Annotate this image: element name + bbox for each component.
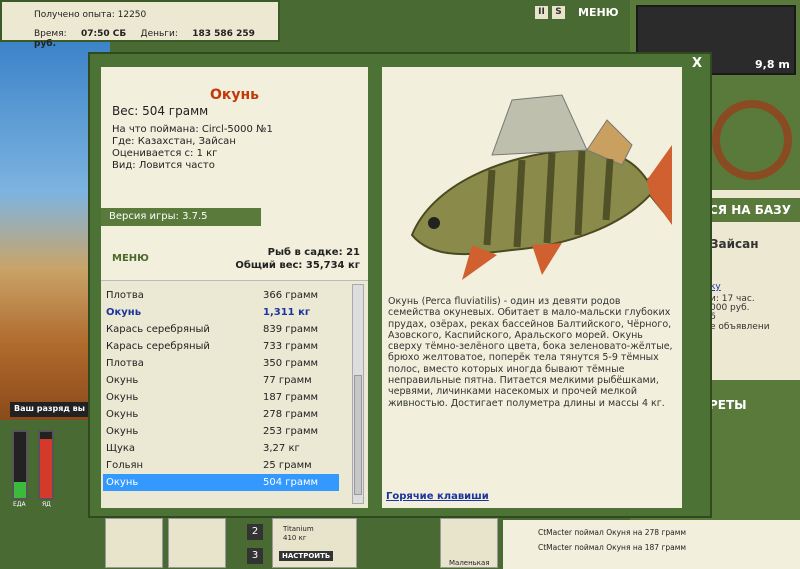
list-item[interactable]: Окунь 253 грамм bbox=[103, 423, 339, 440]
catch-fish-weight: 187 грамм bbox=[263, 392, 319, 403]
fish-name: Окунь bbox=[209, 87, 260, 103]
perch-image bbox=[410, 94, 672, 280]
main-menu-button[interactable]: МЕНЮ bbox=[578, 6, 619, 19]
catch-fish-weight: 504 грамм bbox=[263, 477, 319, 488]
reel-slot[interactable]: Titanium 410 кг НАСТРОИТЬ bbox=[272, 518, 357, 568]
catch-fish-weight: 839 грамм bbox=[263, 324, 319, 335]
catch-list-scrollbar[interactable] bbox=[352, 284, 364, 504]
money-label: Деньги: bbox=[140, 29, 178, 39]
catch-fish-name: Окунь bbox=[106, 409, 139, 420]
rank-banner[interactable]: Ваш разряд вы bbox=[10, 402, 100, 417]
catch-fish-weight: 253 грамм bbox=[263, 426, 319, 437]
catch-fish-weight: 366 грамм bbox=[263, 290, 319, 301]
location-name: Зайсан bbox=[710, 237, 759, 251]
catch-fish-weight: 350 грамм bbox=[263, 358, 319, 369]
list-item[interactable]: Гольян 25 грамм bbox=[103, 457, 339, 474]
return-to-base-button[interactable]: СЯ НА БАЗУ bbox=[705, 198, 800, 222]
food-meter-label: ЕДА bbox=[13, 501, 26, 508]
dialog-menu-button[interactable]: МЕНЮ bbox=[112, 253, 149, 264]
time-value: 07:50 СБ bbox=[80, 29, 127, 39]
list-item[interactable]: Окунь 278 грамм bbox=[103, 406, 339, 423]
catch-location: Где: Казахстан, Зайсан bbox=[112, 136, 236, 147]
lure-label: Маленькая bbox=[449, 559, 490, 567]
catch-fish-name: Окунь bbox=[106, 307, 142, 318]
catch-fish-name: Плотва bbox=[106, 290, 144, 301]
status-bar: Получено опыта: 12250 Время: 07:50 СБ Де… bbox=[0, 0, 280, 49]
log-entry: CtMacter поймал Окуня на 187 грамм bbox=[538, 543, 687, 552]
list-item[interactable]: Карась серебряный 839 грамм bbox=[103, 321, 339, 338]
caught-on: На что поймана: Circl-5000 №1 bbox=[112, 124, 273, 135]
list-item[interactable]: Щука 3,27 кг bbox=[103, 440, 339, 457]
fish-type: Вид: Ловится часто bbox=[112, 160, 215, 171]
catch-fish-name: Окунь bbox=[106, 477, 139, 488]
pause-button[interactable]: II bbox=[535, 6, 548, 19]
catch-fish-name: Окунь bbox=[106, 392, 139, 403]
bait-box-slot[interactable] bbox=[105, 518, 163, 568]
catch-list: Плотва 366 грамм Окунь 1,311 кг Карась сереб… bbox=[101, 280, 368, 508]
list-item[interactable]: Окунь 1,311 кг bbox=[103, 304, 339, 321]
catch-fish-weight: 3,27 кг bbox=[263, 443, 300, 454]
close-button[interactable]: X bbox=[692, 56, 702, 71]
catch-fish-weight: 733 грамм bbox=[263, 341, 319, 352]
reel-weight: 410 кг bbox=[283, 534, 307, 542]
secrets-button[interactable]: РЕТЫ bbox=[705, 392, 800, 418]
panel-line: е объявлени bbox=[710, 322, 770, 332]
slot-number-3[interactable]: 3 bbox=[247, 548, 263, 564]
fish-weight: Вес: 504 грамм bbox=[112, 104, 209, 118]
log-entry: CtMacter поймал Окуня на 278 грамм bbox=[538, 528, 687, 537]
hotkeys-link[interactable]: Горячие клавиши bbox=[386, 491, 489, 502]
list-item[interactable]: Окунь 187 грамм bbox=[103, 389, 339, 406]
total-weight: Общий вес: 35,734 кг bbox=[235, 260, 360, 271]
food-meter bbox=[12, 430, 28, 500]
poison-meter bbox=[38, 430, 54, 500]
catch-fish-weight: 25 грамм bbox=[263, 460, 312, 471]
list-item[interactable]: Карась серебряный 733 грамм bbox=[103, 338, 339, 355]
catch-fish-name: Карась серебряный bbox=[106, 341, 210, 352]
keepnet-totals: Рыб в садке: 21 Общий вес: 35,734 кг bbox=[235, 246, 360, 272]
bucket-slot[interactable] bbox=[168, 518, 226, 568]
depth-value: 9,8 m bbox=[755, 58, 790, 71]
experience-value: 12250 bbox=[117, 10, 147, 20]
experience-label: Получено опыта: bbox=[34, 10, 115, 20]
slot-number-2[interactable]: 2 bbox=[247, 524, 263, 540]
catch-fish-name: Окунь bbox=[106, 426, 139, 437]
time-label: Время: bbox=[34, 29, 67, 39]
catch-fish-name: Карась серебряный bbox=[106, 324, 210, 335]
valued-from: Оценивается с: 1 кг bbox=[112, 148, 218, 159]
game-version: Версия игры: 3.7.5 bbox=[101, 208, 261, 226]
lure-slot[interactable]: Маленькая bbox=[440, 518, 498, 568]
poison-meter-label: ЯД bbox=[42, 501, 51, 508]
list-item[interactable]: Окунь 77 грамм bbox=[103, 372, 339, 389]
list-item[interactable]: Плотва 366 грамм bbox=[103, 287, 339, 304]
reel-name: Titanium bbox=[283, 525, 314, 533]
setup-button[interactable]: НАСТРОИТЬ bbox=[279, 551, 334, 561]
ship-wheel-icon[interactable] bbox=[712, 100, 792, 180]
catch-fish-name: Плотва bbox=[106, 358, 144, 369]
list-item[interactable]: Окунь 504 грамм bbox=[103, 474, 339, 491]
fish-count: Рыб в садке: 21 bbox=[267, 247, 360, 258]
sound-button[interactable]: S bbox=[552, 6, 565, 19]
catch-fish-name: Окунь bbox=[106, 375, 139, 386]
fish-description: Окунь (Perca fluviatilis) - один из девя… bbox=[388, 296, 673, 409]
catch-fish-weight: 278 грамм bbox=[263, 409, 319, 420]
catch-fish-weight: 77 грамм bbox=[263, 375, 312, 386]
catch-fish-weight: 1,311 кг bbox=[263, 307, 311, 318]
catch-fish-name: Щука bbox=[106, 443, 136, 454]
scrollbar-thumb[interactable] bbox=[354, 375, 362, 495]
catch-fish-name: Гольян bbox=[106, 460, 144, 471]
list-item[interactable]: Плотва 350 грамм bbox=[103, 355, 339, 372]
